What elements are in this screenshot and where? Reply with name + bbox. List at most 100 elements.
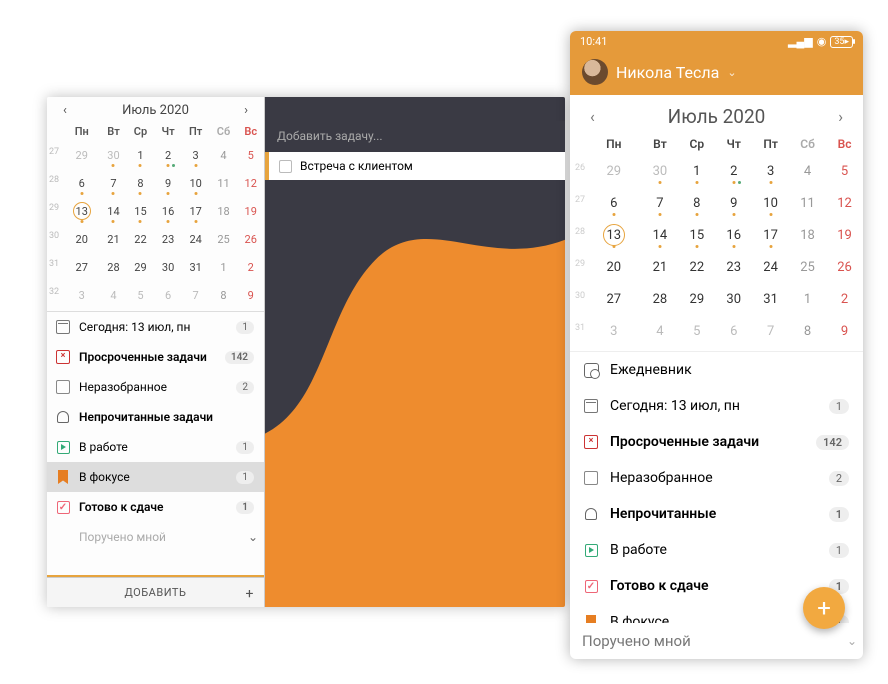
calendar-day[interactable]: 31	[752, 283, 789, 315]
calendar-day[interactable]: 7	[752, 315, 789, 347]
calendar-day[interactable]: 26	[826, 251, 863, 283]
calendar-day[interactable]: 15	[678, 219, 715, 251]
filter-item[interactable]: В работе1	[47, 432, 264, 462]
calendar-day[interactable]: 30	[715, 283, 752, 315]
fab-add-button[interactable]: +	[803, 587, 845, 629]
calendar-day[interactable]: 10	[752, 187, 789, 219]
calendar-day[interactable]: 5	[237, 141, 264, 169]
calendar-day[interactable]: 29	[63, 141, 100, 169]
calendar-day[interactable]: 19	[237, 197, 264, 225]
filter-item[interactable]: В фокусе1	[47, 462, 264, 492]
calendar-day[interactable]: 14	[642, 219, 679, 251]
calendar-day[interactable]: 5	[127, 281, 155, 309]
calendar-day[interactable]: 2	[826, 283, 863, 315]
calendar-day[interactable]: 11	[789, 187, 826, 219]
calendar-day[interactable]: 29	[127, 253, 155, 281]
calendar-day[interactable]: 18	[210, 197, 238, 225]
calendar-day[interactable]: 2	[154, 141, 181, 169]
calendar-day[interactable]: 8	[210, 281, 238, 309]
calendar-day[interactable]: 17	[752, 219, 789, 251]
calendar-day[interactable]: 26	[237, 225, 264, 253]
filter-item[interactable]: Сегодня: 13 июл, пн1	[47, 312, 264, 342]
calendar-day[interactable]: 29	[678, 283, 715, 315]
next-month-button[interactable]: ›	[240, 99, 252, 122]
prev-month-button[interactable]: ‹	[59, 99, 71, 122]
calendar-day[interactable]: 7	[182, 281, 210, 309]
calendar-day[interactable]: 20	[586, 251, 642, 283]
task-checkbox[interactable]	[279, 160, 292, 173]
filter-item[interactable]: Поручено мной⌄	[47, 522, 264, 552]
calendar-day[interactable]: 8	[127, 169, 155, 197]
m-next-month-button[interactable]: ›	[832, 101, 849, 132]
calendar-day[interactable]: 1	[678, 155, 715, 187]
add-task-input[interactable]: Добавить задачу...	[265, 121, 565, 151]
calendar-day[interactable]: 24	[182, 225, 210, 253]
filter-item[interactable]: Неразобранное2	[47, 372, 264, 402]
calendar-day[interactable]: 4	[642, 315, 679, 347]
calendar-day[interactable]: 21	[100, 225, 126, 253]
filter-item[interactable]: В работе1	[570, 532, 863, 568]
calendar-day[interactable]: 9	[826, 315, 863, 347]
calendar-day[interactable]: 16	[154, 197, 181, 225]
calendar-day[interactable]: 11	[210, 169, 238, 197]
calendar-day[interactable]: 9	[237, 281, 264, 309]
calendar-day[interactable]: 4	[100, 281, 126, 309]
calendar-day[interactable]: 18	[789, 219, 826, 251]
filter-item[interactable]: Неразобранное2	[570, 460, 863, 496]
calendar-day[interactable]: 28	[100, 253, 126, 281]
calendar-day[interactable]: 30	[642, 155, 679, 187]
calendar-day[interactable]: 30	[154, 253, 181, 281]
calendar-day[interactable]: 2	[715, 155, 752, 187]
calendar-day[interactable]: 3	[182, 141, 210, 169]
filter-item[interactable]: Сегодня: 13 июл, пн1	[570, 388, 863, 424]
calendar-day[interactable]: 8	[789, 315, 826, 347]
calendar-day[interactable]: 6	[154, 281, 181, 309]
calendar-day[interactable]: 4	[210, 141, 238, 169]
calendar-day[interactable]: 25	[210, 225, 238, 253]
calendar-day[interactable]: 25	[789, 251, 826, 283]
calendar-day[interactable]: 19	[826, 219, 863, 251]
calendar-day[interactable]: 2	[237, 253, 264, 281]
calendar-day[interactable]: 3	[63, 281, 100, 309]
calendar-day[interactable]: 15	[127, 197, 155, 225]
calendar-day[interactable]: 1	[210, 253, 238, 281]
calendar-day[interactable]: 7	[642, 187, 679, 219]
calendar-day[interactable]: 1	[789, 283, 826, 315]
calendar-day[interactable]: 17	[182, 197, 210, 225]
calendar-day[interactable]: 16	[715, 219, 752, 251]
calendar-day[interactable]: 9	[154, 169, 181, 197]
calendar-day[interactable]: 13	[63, 197, 100, 225]
filter-item[interactable]: ✓Готово к сдаче1	[47, 492, 264, 522]
calendar-day[interactable]: 6	[715, 315, 752, 347]
calendar-day[interactable]: 20	[63, 225, 100, 253]
filter-item[interactable]: ×Просроченные задачи142	[570, 424, 863, 460]
filter-item[interactable]: ×Просроченные задачи142	[47, 342, 264, 372]
calendar-day[interactable]: 8	[678, 187, 715, 219]
calendar-day[interactable]: 31	[182, 253, 210, 281]
calendar-day[interactable]: 9	[715, 187, 752, 219]
calendar-day[interactable]: 22	[678, 251, 715, 283]
calendar-day[interactable]: 10	[182, 169, 210, 197]
calendar-day[interactable]: 12	[826, 187, 863, 219]
filter-item[interactable]: Ежедневник	[570, 352, 863, 388]
calendar-day[interactable]: 12	[237, 169, 264, 197]
task-row[interactable]: Встреча с клиентом	[265, 152, 565, 180]
calendar-day[interactable]: 6	[586, 187, 642, 219]
calendar-day[interactable]: 27	[63, 253, 100, 281]
calendar-day[interactable]: 27	[586, 283, 642, 315]
calendar-day[interactable]: 5	[678, 315, 715, 347]
calendar-day[interactable]: 23	[715, 251, 752, 283]
calendar-day[interactable]: 28	[642, 283, 679, 315]
m-prev-month-button[interactable]: ‹	[584, 101, 601, 132]
calendar-day[interactable]: 3	[752, 155, 789, 187]
calendar-day[interactable]: 23	[154, 225, 181, 253]
calendar-day[interactable]: 29	[586, 155, 642, 187]
calendar-day[interactable]: 7	[100, 169, 126, 197]
calendar-day[interactable]: 30	[100, 141, 126, 169]
calendar-day[interactable]: 21	[642, 251, 679, 283]
calendar-day[interactable]: 6	[63, 169, 100, 197]
user-header[interactable]: Никола Тесла ⌄	[570, 51, 863, 95]
add-button[interactable]: ДОБАВИТЬ +	[47, 577, 264, 607]
calendar-day[interactable]: 1	[127, 141, 155, 169]
calendar-day[interactable]: 24	[752, 251, 789, 283]
